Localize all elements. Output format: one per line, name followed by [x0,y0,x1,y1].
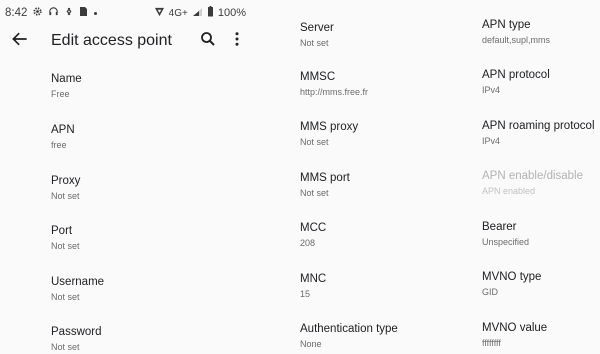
pref-apn-roaming-protocol-title: APN roaming protocol [482,120,595,132]
pref-mms-port-value: Not set [300,188,329,198]
pref-mms-port[interactable]: MMS port Not set [250,171,435,199]
pref-apn-type-title: APN type [482,19,531,31]
pref-mvno-value-value: ffffffff [482,338,501,348]
pref-apn-enable-value: APN enabled [482,186,536,196]
page-title: Edit access point [51,32,172,49]
status-bar: 8:42 4G+ 100% [0,0,250,26]
pref-apn-enable-title: APN enable/disable [482,170,584,182]
pref-apn-protocol-title: APN protocol [482,69,550,81]
pref-mmsc-value: http://mms.free.fr [300,87,369,97]
pref-port-value: Not set [51,241,80,251]
pref-username[interactable]: Username Not set [0,275,250,303]
notification-dot-icon [93,7,98,19]
pref-password-value: Not set [51,342,80,352]
pref-mms-proxy[interactable]: MMS proxy Not set [250,120,435,148]
pref-apn-enable: APN enable/disable APN enabled [435,169,600,197]
pref-server-title: Server [300,22,334,34]
signal-icon [192,7,203,20]
pref-username-value: Not set [51,292,80,302]
shazam-icon [64,6,74,20]
settings-icon [32,6,43,20]
more-vert-icon[interactable] [230,30,244,53]
pref-port-title: Port [51,225,73,237]
pref-apn-protocol-value: IPv4 [482,85,501,95]
pref-mvno-type-title: MVNO type [482,271,542,283]
pref-mcc-value: 208 [300,238,316,248]
pref-mms-port-title: MMS port [300,172,350,184]
battery-icon [207,6,214,20]
network-type-label: 4G+ [168,7,188,19]
pref-auth-type-title: Authentication type [300,323,398,335]
search-icon[interactable] [199,30,217,53]
pref-auth-type-value: None [300,339,322,349]
pref-mmsc[interactable]: MMSC http://mms.free.fr [250,70,435,98]
status-time: 8:42 [5,7,28,19]
pref-mvno-type[interactable]: MVNO type GID [435,270,600,298]
pref-mcc[interactable]: MCC 208 [250,221,435,249]
screenshot-panel-3: APN type default,supl,mms APN protocol I… [435,0,600,354]
pref-proxy[interactable]: Proxy Not set [0,174,250,202]
pref-apn-type-value: default,supl,mms [482,35,551,45]
pref-mvno-value-title: MVNO value [482,322,548,334]
pref-proxy-value: Not set [51,191,80,201]
pref-password[interactable]: Password Not set [0,325,250,353]
pref-name[interactable]: Name Free [0,72,250,100]
pref-apn-protocol[interactable]: APN protocol IPv4 [435,68,600,96]
pref-mnc-title: MNC [300,273,327,285]
pref-auth-type[interactable]: Authentication type None [250,322,435,350]
screenshot-panel-1: 8:42 4G+ 100% Edit access point Name Fre… [0,0,250,354]
pref-bearer-value: Unspecified [482,237,530,247]
pref-proxy-title: Proxy [51,175,81,187]
pref-server-value: Not set [300,38,329,48]
battery-percentage: 100% [217,7,246,19]
data-saver-icon [154,7,165,20]
pref-bearer[interactable]: Bearer Unspecified [435,220,600,248]
pref-server[interactable]: Server Not set [250,21,435,49]
pref-mnc-value: 15 [300,289,311,299]
pref-name-title: Name [51,73,82,85]
pref-mvno-value[interactable]: MVNO value ffffffff [435,321,600,349]
pref-username-title: Username [51,276,105,288]
pref-apn[interactable]: APN free [0,123,250,151]
pref-apn-title: APN [51,124,75,136]
back-arrow-icon[interactable] [10,29,30,54]
pref-apn-roaming-protocol-value: IPv4 [482,136,501,146]
pref-mmsc-title: MMSC [300,71,336,83]
pref-mcc-title: MCC [300,222,327,234]
sim-card-icon [79,6,88,20]
headphones-icon [48,6,59,20]
app-bar: Edit access point [0,26,250,58]
pref-port[interactable]: Port Not set [0,224,250,252]
screenshot-panel-2: Server Not set MMSC http://mms.free.fr M… [250,0,435,354]
pref-name-value: Free [51,89,70,99]
pref-mvno-type-value: GID [482,287,499,297]
pref-password-title: Password [51,326,102,338]
pref-mms-proxy-title: MMS proxy [300,121,359,133]
pref-mnc[interactable]: MNC 15 [250,272,435,300]
pref-bearer-title: Bearer [482,221,517,233]
pref-apn-value: free [51,140,67,150]
pref-mms-proxy-value: Not set [300,137,329,147]
pref-apn-roaming-protocol[interactable]: APN roaming protocol IPv4 [435,119,600,147]
pref-apn-type[interactable]: APN type default,supl,mms [435,18,600,46]
